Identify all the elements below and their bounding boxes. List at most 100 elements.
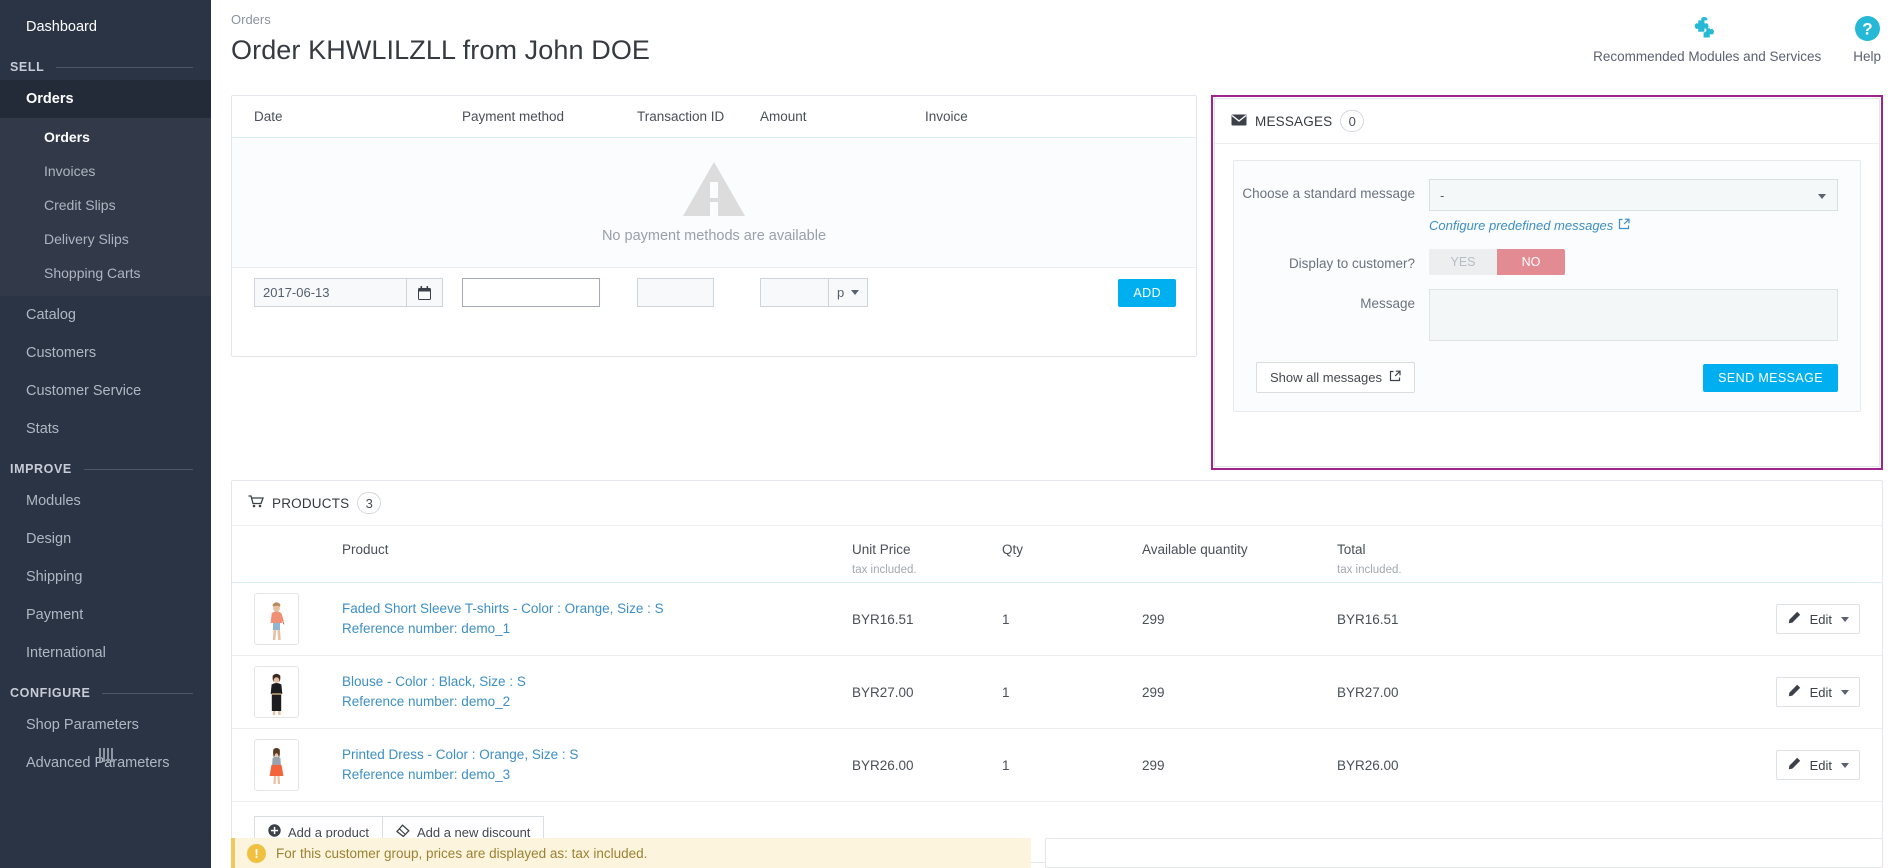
sidebar-item-shop-parameters[interactable]: Shop Parameters: [0, 706, 211, 744]
sidebar-item-design[interactable]: Design: [0, 520, 211, 558]
payment-empty-state: No payment methods are available: [232, 137, 1196, 268]
message-textarea[interactable]: [1429, 289, 1838, 341]
sidebar-item-stats[interactable]: Stats: [0, 410, 211, 448]
sidebar-subitem-label: Shopping Carts: [44, 265, 141, 281]
product-reference-link[interactable]: Reference number: demo_1: [342, 619, 852, 639]
bottom-area: ! For this customer group, prices are di…: [231, 838, 1883, 868]
product-total: BYR26.00: [1337, 728, 1607, 802]
sidebar-item-payment[interactable]: Payment: [0, 596, 211, 634]
external-link-icon: [1389, 370, 1401, 385]
product-available-qty: 299: [1142, 655, 1337, 729]
chevron-down-icon[interactable]: [1841, 689, 1849, 695]
sidebar-subitem-shopping-carts[interactable]: Shopping Carts: [0, 256, 211, 290]
sidebar-subitem-label: Delivery Slips: [44, 231, 129, 247]
col-unit-price-sublabel: tax included.: [852, 564, 917, 576]
sidebar-item-modules[interactable]: Modules: [0, 482, 211, 520]
amount-group: p: [760, 278, 925, 307]
sidebar-item-customer-service[interactable]: Customer Service: [0, 372, 211, 410]
help-label: Help: [1853, 49, 1881, 64]
chevron-down-icon[interactable]: [1841, 762, 1849, 768]
calendar-icon[interactable]: [407, 278, 443, 307]
configure-link-label: Configure predefined messages: [1429, 218, 1614, 233]
col-invoice: Invoice: [925, 96, 1196, 138]
product-thumbnail[interactable]: [254, 593, 299, 645]
edit-product-button[interactable]: Edit: [1775, 677, 1860, 707]
chevron-down-icon[interactable]: [1841, 616, 1849, 622]
product-name-link[interactable]: Blouse - Color : Black, Size : S: [342, 672, 852, 692]
sidebar-section-configure: CONFIGURE: [0, 672, 211, 706]
products-table-header: Product Unit Price tax included. Qty Ava…: [232, 526, 1882, 583]
messages-footer: Show all messages SEND MESSAGE: [1234, 362, 1838, 393]
col-product-label: Product: [342, 542, 389, 557]
sidebar-item-label: International: [26, 645, 106, 661]
product-thumbnail[interactable]: [254, 739, 299, 791]
sidebar-subitem-orders[interactable]: Orders: [0, 120, 211, 154]
payment-date-input[interactable]: [254, 278, 407, 307]
product-name-link[interactable]: Faded Short Sleeve T-shirts - Color : Or…: [342, 599, 852, 619]
sidebar-item-dashboard[interactable]: Dashboard: [0, 0, 211, 46]
sidebar-item-catalog[interactable]: Catalog: [0, 296, 211, 334]
payment-table-header: Date Payment method Transaction ID Amoun…: [232, 96, 1196, 138]
product-name-link[interactable]: Printed Dress - Color : Orange, Size : S: [342, 745, 852, 765]
toggle-yes-option[interactable]: YES: [1429, 249, 1497, 275]
send-message-button[interactable]: SEND MESSAGE: [1703, 363, 1838, 392]
col-amount: Amount: [760, 96, 925, 138]
standard-message-select[interactable]: -: [1429, 179, 1838, 211]
sidebar-collapse-handle[interactable]: [0, 748, 211, 762]
tax-notice: ! For this customer group, prices are di…: [231, 838, 1031, 868]
amount-input[interactable]: [760, 278, 829, 307]
show-all-messages-button[interactable]: Show all messages: [1256, 362, 1415, 393]
sidebar-item-international[interactable]: International: [0, 634, 211, 672]
product-thumb-cell: [232, 655, 342, 729]
add-payment-button[interactable]: ADD: [1118, 278, 1176, 307]
display-to-customer-toggle[interactable]: YES NO: [1429, 249, 1565, 275]
sidebar-subitem-label: Orders: [44, 129, 90, 145]
grip-icon: [98, 748, 113, 762]
product-qty: 1: [1002, 728, 1142, 802]
toggle-no-option[interactable]: NO: [1497, 249, 1565, 275]
product-unit-price: BYR27.00: [852, 655, 1002, 729]
products-table: Product Unit Price tax included. Qty Ava…: [232, 526, 1882, 802]
edit-product-button[interactable]: Edit: [1775, 604, 1860, 634]
product-name-cell: Faded Short Sleeve T-shirts - Color : Or…: [342, 582, 852, 656]
product-thumb-cell: [232, 582, 342, 656]
currency-dropdown[interactable]: p: [829, 278, 869, 307]
product-total: BYR16.51: [1337, 582, 1607, 656]
product-reference-link[interactable]: Reference number: demo_3: [342, 765, 852, 785]
sidebar-subitem-credit-slips[interactable]: Credit Slips: [0, 188, 211, 222]
col-payment-method: Payment method: [462, 96, 637, 138]
sidebar-item-label: Customers: [26, 345, 97, 361]
payment-add-form: p ADD: [232, 268, 1196, 318]
product-reference-link[interactable]: Reference number: demo_2: [342, 692, 852, 712]
edit-label: Edit: [1809, 757, 1832, 773]
standard-message-label: Choose a standard message: [1242, 186, 1415, 201]
col-qty: Qty: [1002, 526, 1142, 583]
display-to-customer-row: Display to customer? YES NO: [1234, 249, 1838, 275]
transaction-id-input[interactable]: [637, 278, 714, 307]
payment-empty-message: No payment methods are available: [601, 227, 827, 244]
sidebar-item-label: Payment: [26, 607, 84, 623]
display-to-customer-label: Display to customer?: [1288, 256, 1415, 271]
sidebar-item-orders[interactable]: Orders: [0, 80, 211, 118]
pencil-icon: [1788, 684, 1801, 700]
currency-symbol: p: [837, 285, 845, 300]
table-row: Printed Dress - Color : Orange, Size : S…: [232, 728, 1882, 802]
messages-title: MESSAGES: [1255, 113, 1333, 129]
configure-predefined-messages-link[interactable]: Configure predefined messages: [1429, 218, 1630, 233]
sidebar-item-customers[interactable]: Customers: [0, 334, 211, 372]
product-thumbnail[interactable]: [254, 666, 299, 718]
table-row: Blouse - Color : Black, Size : S Referen…: [232, 655, 1882, 729]
sidebar-subitem-label: Invoices: [44, 163, 96, 179]
sidebar-subitem-delivery-slips[interactable]: Delivery Slips: [0, 222, 211, 256]
message-row: Message: [1234, 289, 1838, 346]
payment-method-input[interactable]: [462, 278, 600, 307]
recommended-modules-button[interactable]: Recommended Modules and Services: [1593, 14, 1821, 64]
sidebar-item-shipping[interactable]: Shipping: [0, 558, 211, 596]
products-panel: PRODUCTS 3 Product Unit Price tax includ…: [231, 480, 1883, 863]
edit-product-button[interactable]: Edit: [1775, 750, 1860, 780]
standard-message-control: - Configure predefined messages: [1429, 179, 1838, 235]
help-button[interactable]: ? Help: [1853, 14, 1881, 64]
product-name-cell: Printed Dress - Color : Orange, Size : S…: [342, 728, 852, 802]
sidebar-subitem-invoices[interactable]: Invoices: [0, 154, 211, 188]
sidebar-section-label: CONFIGURE: [10, 686, 91, 700]
